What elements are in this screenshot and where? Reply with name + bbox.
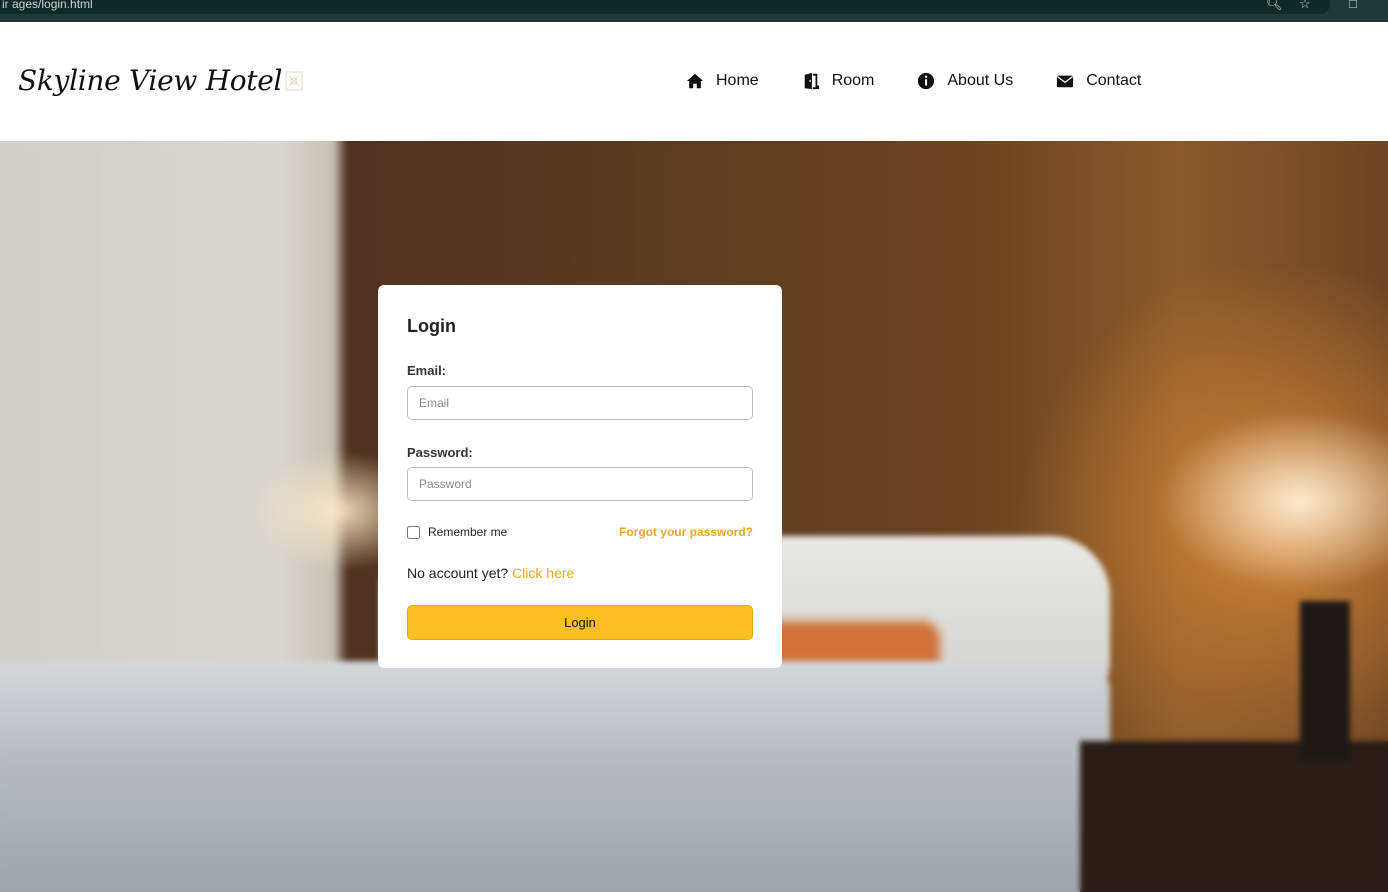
brand-logo-text[interactable]: Skyline View Hotel — [18, 64, 304, 97]
nav-item-label: Contact — [1086, 72, 1142, 89]
brand-name: Skyline View Hotel — [18, 64, 283, 97]
no-account-text: No account yet? — [407, 565, 509, 581]
envelope-icon — [1057, 75, 1074, 88]
remember-me-label[interactable]: Remember me — [428, 525, 507, 539]
address-bar-url: ir ages/login.html — [2, 0, 93, 11]
remember-me: Remember me — [407, 525, 507, 539]
login-button[interactable]: Login — [407, 605, 753, 640]
nav-item-label: Room — [831, 72, 875, 89]
search-icon[interactable]: 🔍︎ — [1266, 0, 1283, 12]
nav-item-label: About Us — [947, 72, 1014, 89]
bookmark-star-icon[interactable]: ☆ — [1299, 0, 1311, 12]
nav-item-home[interactable]: Home — [686, 72, 759, 90]
home-icon — [686, 73, 704, 89]
nav-item-room[interactable]: Room — [802, 72, 875, 90]
remember-me-checkbox[interactable] — [407, 525, 420, 539]
email-label: Email: — [407, 363, 447, 378]
door-icon — [804, 72, 819, 90]
email-field[interactable] — [407, 386, 753, 420]
window-icon[interactable]: □ — [1349, 0, 1357, 11]
main-nav: Home Room About Us Contact — [686, 72, 1184, 90]
password-label: Password: — [407, 445, 473, 460]
login-title: Login — [407, 316, 456, 336]
site-header: Skyline View Hotel Home Room About Us Co… — [0, 22, 1388, 141]
nav-item-about-us[interactable]: About Us — [917, 72, 1013, 90]
nav-item-label: Home — [716, 72, 759, 89]
login-card: Login Email: Password: Remember me Forgo… — [378, 285, 782, 668]
browser-chrome: ir ages/login.html 🔍︎ ☆ □ — [0, 0, 1388, 22]
brand-emblem-icon — [284, 66, 304, 91]
nav-item-contact[interactable]: Contact — [1056, 72, 1141, 90]
forgot-password-link[interactable]: Forgot your password? — [619, 525, 753, 539]
info-icon — [918, 72, 935, 90]
signup-prompt: No account yet? Click here — [407, 565, 574, 581]
signup-link[interactable]: Click here — [512, 565, 574, 581]
address-bar[interactable]: ir ages/login.html — [0, 0, 1330, 14]
password-field[interactable] — [407, 467, 753, 501]
